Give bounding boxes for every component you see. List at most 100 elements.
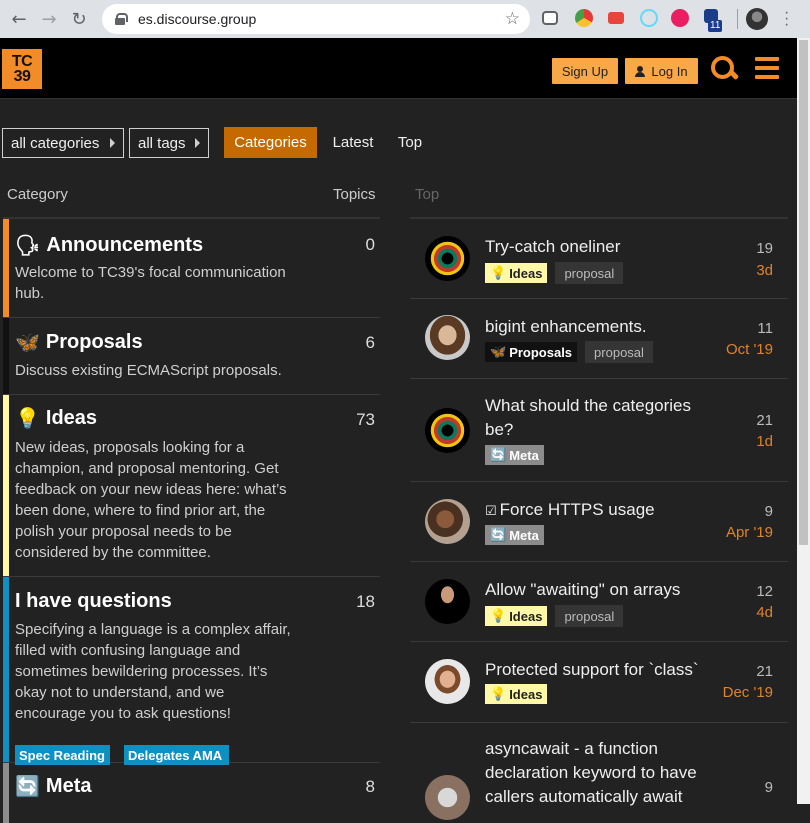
category-badge-ideas[interactable]: 💡 Ideas xyxy=(485,263,548,283)
topic-activity-age[interactable]: Oct '19 xyxy=(726,341,773,358)
tab-latest[interactable]: Latest xyxy=(330,127,376,158)
category-row-meta[interactable]: 🔄 Meta 8 xyxy=(3,763,380,823)
light-bulb-icon: 💡 xyxy=(490,265,507,281)
reload-icon[interactable]: ↻ xyxy=(68,8,90,30)
light-bulb-icon: 💡 xyxy=(15,406,40,430)
butterfly-icon: 🦋 xyxy=(15,330,40,354)
pocket-icon[interactable] xyxy=(542,11,558,25)
arrows-cycle-icon: 🔄 xyxy=(490,527,507,543)
topic-reply-count: 19 xyxy=(756,240,773,257)
log-in-button[interactable]: Log In xyxy=(625,58,698,84)
category-name[interactable]: I have questions xyxy=(15,590,172,613)
category-row-questions[interactable]: I have questions 18 Specifying a languag… xyxy=(3,577,380,765)
category-description: Specifying a language is a complex affai… xyxy=(15,621,291,722)
back-icon[interactable]: ← xyxy=(8,8,30,30)
page-scrollbar[interactable] xyxy=(797,38,810,804)
profile-avatar[interactable] xyxy=(746,8,768,30)
topic-title[interactable]: Protected support for `class` xyxy=(485,658,720,682)
badge-label: Ideas xyxy=(509,608,543,624)
search-icon[interactable] xyxy=(710,55,738,83)
topic-row[interactable]: Protected support for `class` 💡 Ideas 21 … xyxy=(410,642,788,723)
video-extension-icon[interactable] xyxy=(608,12,624,24)
avatar[interactable] xyxy=(425,775,470,820)
category-name[interactable]: 🗣 Announcements xyxy=(15,233,203,257)
site-logo[interactable]: TC 39 xyxy=(2,49,42,89)
topic-row[interactable]: bigint enhancements. 🦋 Proposals proposal… xyxy=(410,299,788,379)
avatar[interactable] xyxy=(425,315,470,360)
chrome-extension-icon[interactable] xyxy=(575,9,593,27)
avatar[interactable] xyxy=(425,659,470,704)
topic-title[interactable]: asyncawait - a function declaration keyw… xyxy=(485,737,715,809)
tags-dropdown[interactable]: all tags xyxy=(129,128,209,158)
avatar[interactable] xyxy=(425,499,470,544)
logo-line-2: 39 xyxy=(13,68,31,85)
react-devtools-icon[interactable] xyxy=(640,9,658,27)
logo-line-1: TC xyxy=(11,53,33,70)
site-header: TC 39 Sign Up Log In xyxy=(0,38,797,99)
topic-row[interactable]: Try-catch oneliner 💡 Ideas proposal 19 3d xyxy=(410,219,788,299)
category-name[interactable]: 🔄 Meta xyxy=(15,774,91,798)
topic-row[interactable]: asyncawait - a function declaration keyw… xyxy=(410,723,788,820)
category-description: New ideas, proposals looking for a champ… xyxy=(15,439,287,561)
tag-proposal[interactable]: proposal xyxy=(555,605,624,627)
topic-activity-age[interactable]: 4d xyxy=(756,604,773,621)
topic-title[interactable]: Try-catch oneliner xyxy=(485,235,720,259)
tab-categories[interactable]: Categories xyxy=(224,127,317,158)
log-in-label: Log In xyxy=(651,63,688,79)
avatar[interactable] xyxy=(425,408,470,453)
mail-extension-icon[interactable] xyxy=(671,9,689,27)
scrollbar-thumb[interactable] xyxy=(799,40,808,545)
forward-icon[interactable]: → xyxy=(38,8,60,30)
tag-proposal[interactable]: proposal xyxy=(555,262,624,284)
topic-row[interactable]: What should the categories be? 🔄 Meta 21 … xyxy=(410,379,788,482)
topic-title[interactable]: ☑ Force HTTPS usage xyxy=(485,498,720,524)
user-icon xyxy=(635,65,646,77)
sign-up-button[interactable]: Sign Up xyxy=(552,58,618,84)
badge-label: Meta xyxy=(509,527,539,543)
topic-title[interactable]: Allow "awaiting" on arrays xyxy=(485,578,720,602)
category-name[interactable]: 💡 Ideas xyxy=(15,406,97,430)
category-description: Discuss existing ECMAScript proposals. xyxy=(15,362,282,379)
category-badge-proposals[interactable]: 🦋 Proposals xyxy=(485,342,578,362)
subcategory-delegates-ama[interactable]: Delegates AMA xyxy=(124,745,229,765)
tab-top[interactable]: Top xyxy=(393,127,427,158)
category-name[interactable]: 🦋 Proposals xyxy=(15,330,143,354)
address-bar[interactable]: es.discourse.group ☆ xyxy=(102,4,530,34)
categories-dropdown-label: all categories xyxy=(11,134,100,152)
topic-activity-age[interactable]: 1d xyxy=(756,433,773,450)
category-row-announcements[interactable]: 🗣 Announcements 0 Welcome to TC39's foca… xyxy=(3,219,380,318)
topic-tags: 🦋 Proposals proposal xyxy=(485,341,661,363)
category-topic-count: 8 xyxy=(365,777,375,796)
category-row-ideas[interactable]: 💡 Ideas 73 New ideas, proposals looking … xyxy=(3,395,380,577)
url-text: es.discourse.group xyxy=(138,11,257,27)
topic-title[interactable]: What should the categories be? xyxy=(485,394,710,442)
badge-label: Proposals xyxy=(509,344,573,360)
categories-dropdown[interactable]: all categories xyxy=(2,128,124,158)
topic-activity-age[interactable]: Dec '19 xyxy=(723,684,773,701)
caret-right-icon xyxy=(195,138,200,148)
topic-activity-age[interactable]: Apr '19 xyxy=(726,524,773,541)
subcategory-spec-reading[interactable]: Spec Reading xyxy=(15,745,110,765)
arrows-cycle-icon: 🔄 xyxy=(490,447,507,463)
category-topic-count: 6 xyxy=(365,333,375,352)
avatar[interactable] xyxy=(425,236,470,281)
bookmark-star-icon[interactable]: ☆ xyxy=(505,9,520,29)
topic-title[interactable]: bigint enhancements. xyxy=(485,315,720,339)
light-bulb-icon: 💡 xyxy=(490,686,507,702)
category-badge-meta[interactable]: 🔄 Meta xyxy=(485,445,544,465)
category-badge-ideas[interactable]: 💡 Ideas xyxy=(485,684,548,704)
category-badge-meta[interactable]: 🔄 Meta xyxy=(485,525,544,545)
topic-title-text: Force HTTPS usage xyxy=(499,500,655,519)
topic-reply-count: 21 xyxy=(756,412,773,429)
avatar[interactable] xyxy=(425,579,470,624)
category-color-bar xyxy=(3,763,9,823)
category-topic-count: 0 xyxy=(365,235,375,254)
category-badge-ideas[interactable]: 💡 Ideas xyxy=(485,606,548,626)
browser-menu-icon[interactable]: · · · xyxy=(784,5,789,33)
category-row-proposals[interactable]: 🦋 Proposals 6 Discuss existing ECMAScrip… xyxy=(3,318,380,395)
tag-proposal[interactable]: proposal xyxy=(585,341,653,363)
topic-row[interactable]: Allow "awaiting" on arrays 💡 Ideas propos… xyxy=(410,562,788,642)
topic-activity-age[interactable]: 3d xyxy=(756,262,773,279)
topic-row[interactable]: ☑ Force HTTPS usage 🔄 Meta 9 Apr '19 xyxy=(410,482,788,562)
hamburger-menu-icon[interactable] xyxy=(755,57,779,81)
